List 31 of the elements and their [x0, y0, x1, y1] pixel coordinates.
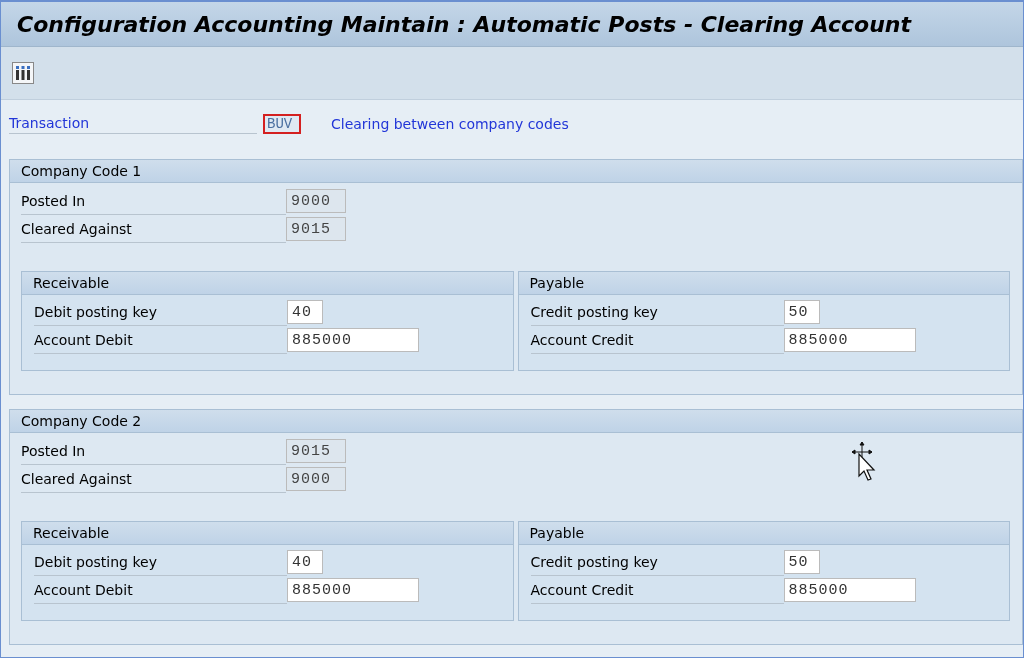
field-label: Posted In — [21, 187, 286, 215]
subgroup-title: Receivable — [22, 272, 513, 295]
subgroup-title: Payable — [518, 522, 1009, 545]
input-field[interactable]: 50 — [783, 550, 820, 574]
input-field[interactable]: 885000 — [783, 328, 916, 352]
field-label: Account Credit — [530, 326, 784, 354]
field-label: Account Credit — [530, 576, 784, 604]
input-field[interactable]: 885000 — [287, 328, 419, 352]
transaction-field[interactable]: BUV — [263, 114, 301, 134]
input-field[interactable]: 40 — [287, 550, 323, 574]
window-title: Configuration Accounting Maintain : Automatic Posts - Clearing Account — [17, 11, 911, 37]
input-field[interactable]: 40 — [287, 300, 323, 324]
field-label: Credit posting key — [530, 548, 784, 576]
field-label: Account Debit — [34, 576, 287, 604]
group-title: Company Code 2 — [10, 410, 1022, 433]
transaction-label: Transaction — [9, 114, 257, 134]
input-field[interactable]: 885000 — [783, 578, 916, 602]
input-field[interactable]: 50 — [783, 300, 820, 324]
field-label: Debit posting key — [34, 298, 287, 326]
input-field[interactable]: 885000 — [287, 578, 419, 602]
transaction-description: Clearing between company codes — [331, 116, 569, 132]
group-title: Company Code 1 — [10, 160, 1022, 183]
field-label: Credit posting key — [530, 298, 784, 326]
field-label: Cleared Against — [21, 215, 286, 243]
columns-icon[interactable] — [12, 62, 34, 84]
field-label: Cleared Against — [21, 465, 286, 493]
field-label: Debit posting key — [34, 548, 287, 576]
subgroup-title: Payable — [518, 272, 1009, 295]
field-label: Posted In — [21, 437, 286, 465]
field-label: Account Debit — [34, 326, 287, 354]
subgroup-title: Receivable — [22, 522, 513, 545]
